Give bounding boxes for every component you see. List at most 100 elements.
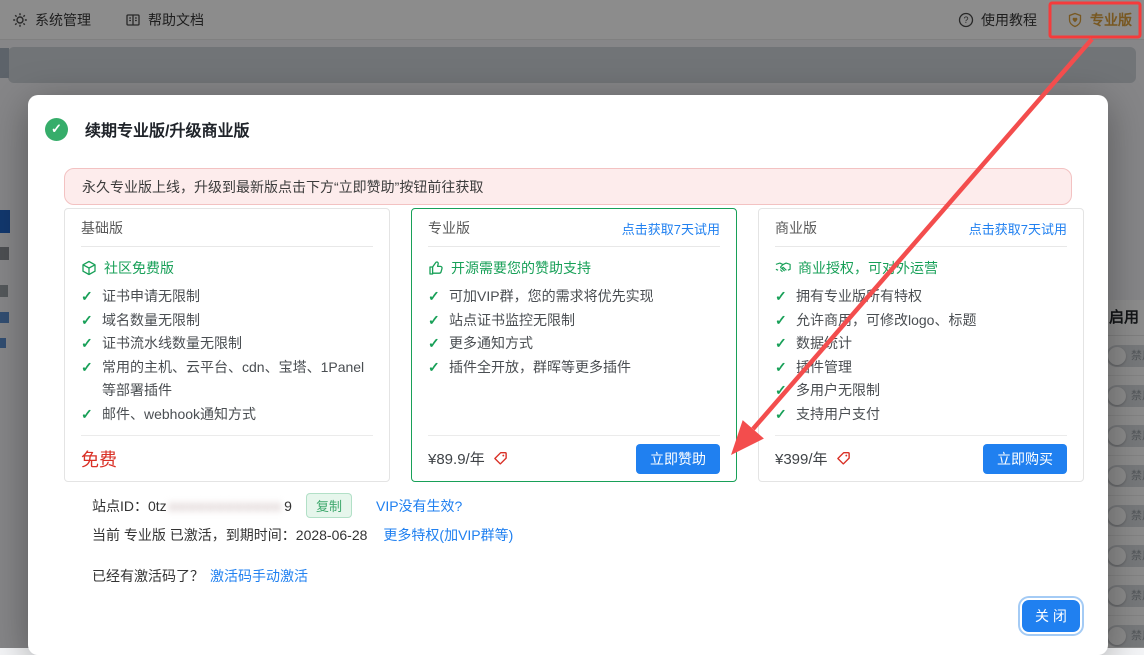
price-text: ¥399/年: [775, 448, 828, 469]
feature-text: 站点证书监控无限制: [449, 309, 720, 333]
check-icon: ✓: [775, 309, 796, 333]
dialog-header: ✓ 续期专业版/升级商业版: [45, 117, 249, 141]
site-id-prefix: 0tz: [148, 498, 167, 514]
manual-activation-link[interactable]: 激活码手动激活: [210, 566, 308, 586]
check-icon: ✓: [81, 309, 102, 333]
feature-text: 更多通知方式: [449, 332, 720, 356]
feature-text: 多用户无限制: [796, 379, 1067, 403]
feature-text: 可加VIP群，您的需求将优先实现: [449, 285, 720, 309]
license-status-text: 当前 专业版 已激活，到期时间：2028-06-28: [92, 525, 367, 545]
plan-footer: ¥399/年 立即购买: [775, 435, 1067, 481]
feature-text: 支持用户支付: [796, 403, 1067, 427]
plan-feature: ✓数据统计: [775, 332, 1067, 356]
upgrade-dialog: ✓ 续期专业版/升级商业版 永久专业版上线，升级到最新版点击下方“立即赞助”按钮…: [28, 95, 1108, 655]
check-icon: ✓: [428, 285, 449, 309]
thumbs-up-icon: [428, 260, 444, 276]
plan-feature: ✓拥有专业版所有特权: [775, 285, 1067, 309]
activation-text: 已经有激活码了？: [92, 566, 204, 586]
plan-tagline-text: 开源需要您的赞助支持: [451, 258, 591, 278]
feature-text: 邮件、webhook通知方式: [102, 403, 373, 427]
trial-link[interactable]: 点击获取7天试用: [622, 219, 720, 238]
feature-text: 证书流水线数量无限制: [102, 332, 373, 356]
check-icon: ✓: [428, 332, 449, 356]
tag-icon: [836, 451, 851, 466]
check-icon: ✓: [775, 332, 796, 356]
price-text: ¥89.9/年: [428, 448, 485, 469]
feature-text: 证书申请无限制: [102, 285, 373, 309]
plan-features: ✓证书申请无限制✓域名数量无限制✓证书流水线数量无限制✓常用的主机、云平台、cd…: [81, 285, 373, 426]
plan-footer: ¥89.9/年 立即赞助: [428, 435, 720, 481]
tag-icon: [493, 451, 508, 466]
check-icon: ✓: [81, 332, 102, 356]
plan-features: ✓可加VIP群，您的需求将优先实现✓站点证书监控无限制✓更多通知方式✓插件全开放…: [428, 285, 720, 379]
feature-text: 插件管理: [796, 356, 1067, 380]
feature-text: 域名数量无限制: [102, 309, 373, 333]
copy-button[interactable]: 复制: [306, 493, 352, 518]
check-icon: ✓: [81, 285, 102, 309]
license-status-row: 当前 专业版 已激活，到期时间：2028-06-28 更多特权(加VIP群等): [92, 525, 513, 545]
activation-row: 已经有激活码了？ 激活码手动激活: [92, 566, 308, 586]
check-icon: ✓: [775, 403, 796, 427]
plan-footer: 免费: [81, 435, 373, 481]
plan-feature: ✓站点证书监控无限制: [428, 309, 720, 333]
check-icon: ✓: [775, 285, 796, 309]
plan-feature: ✓插件管理: [775, 356, 1067, 380]
plan-feature: ✓邮件、webhook通知方式: [81, 403, 373, 427]
check-icon: ✓: [428, 356, 449, 380]
plan-feature: ✓多用户无限制: [775, 379, 1067, 403]
plan-feature: ✓证书申请无限制: [81, 285, 373, 309]
plan-feature: ✓更多通知方式: [428, 332, 720, 356]
check-icon: ✓: [428, 309, 449, 333]
handshake-icon: [775, 260, 791, 276]
plan-card-basic: 基础版 社区免费版 ✓证书申请无限制✓域名数量无限制✓证书流水线数量无限制✓常用…: [64, 208, 390, 482]
plan-feature: ✓插件全开放，群晖等更多插件: [428, 356, 720, 380]
close-button[interactable]: 关 闭: [1022, 600, 1080, 632]
check-icon: ✓: [81, 403, 102, 427]
promo-alert: 永久专业版上线，升级到最新版点击下方“立即赞助”按钮前往获取: [64, 168, 1072, 205]
feature-text: 数据统计: [796, 332, 1067, 356]
plan-feature: ✓域名数量无限制: [81, 309, 373, 333]
plan-name: 基础版: [81, 218, 123, 238]
plan-tagline: 商业授权，可对外运营: [775, 258, 1067, 278]
plan-card-professional: 专业版 点击获取7天试用 开源需要您的赞助支持 ✓可加VIP群，您的需求将优先实…: [411, 208, 737, 482]
plan-price: ¥399/年: [775, 448, 851, 469]
plan-feature: ✓证书流水线数量无限制: [81, 332, 373, 356]
feature-text: 拥有专业版所有特权: [796, 285, 1067, 309]
plan-header: 商业版 点击获取7天试用: [775, 209, 1067, 247]
plan-header: 专业版 点击获取7天试用: [428, 209, 720, 247]
success-check-icon: ✓: [45, 118, 68, 141]
plan-tagline-text: 社区免费版: [104, 258, 174, 278]
vip-not-active-link[interactable]: VIP没有生效?: [376, 496, 462, 516]
plan-tagline: 开源需要您的赞助支持: [428, 258, 720, 278]
check-icon: ✓: [775, 379, 796, 403]
promo-alert-text: 永久专业版上线，升级到最新版点击下方“立即赞助”按钮前往获取: [82, 177, 483, 197]
more-privileges-link[interactable]: 更多特权(加VIP群等): [383, 525, 513, 545]
cube-icon: [81, 260, 97, 276]
plan-feature: ✓支持用户支付: [775, 403, 1067, 427]
check-icon: ✓: [775, 356, 796, 380]
plan-feature: ✓常用的主机、云平台、cdn、宝塔、1Panel等部署插件: [81, 356, 373, 403]
feature-text: 插件全开放，群晖等更多插件: [449, 356, 720, 380]
dialog-title: 续期专业版/升级商业版: [85, 117, 249, 141]
plan-tagline: 社区免费版: [81, 258, 373, 278]
plan-price: 免费: [81, 446, 117, 472]
plan-feature: ✓允许商用，可修改logo、标题: [775, 309, 1067, 333]
feature-text: 允许商用，可修改logo、标题: [796, 309, 1067, 333]
check-icon: ✓: [81, 356, 102, 403]
feature-text: 常用的主机、云平台、cdn、宝塔、1Panel等部署插件: [102, 356, 373, 403]
plan-card-commercial: 商业版 点击获取7天试用 商业授权，可对外运营 ✓拥有专业版所有特权✓允许商用，…: [758, 208, 1084, 482]
plan-tagline-text: 商业授权，可对外运营: [798, 258, 938, 278]
plan-feature: ✓可加VIP群，您的需求将优先实现: [428, 285, 720, 309]
site-id-masked: ●●●●●●●●●●●●: [169, 498, 282, 514]
plan-price: ¥89.9/年: [428, 448, 508, 469]
sponsor-now-button[interactable]: 立即赞助: [636, 444, 720, 474]
plan-name: 商业版: [775, 218, 817, 238]
plan-name: 专业版: [428, 218, 470, 238]
plan-header: 基础版: [81, 209, 373, 247]
trial-link[interactable]: 点击获取7天试用: [969, 219, 1067, 238]
site-id-label: 站点ID：: [92, 496, 148, 516]
site-id-row: 站点ID： 0tz ●●●●●●●●●●●● 9 复制 VIP没有生效?: [92, 493, 462, 518]
plan-features: ✓拥有专业版所有特权✓允许商用，可修改logo、标题✓数据统计✓插件管理✓多用户…: [775, 285, 1067, 426]
buy-now-button[interactable]: 立即购买: [983, 444, 1067, 474]
plan-cards: 基础版 社区免费版 ✓证书申请无限制✓域名数量无限制✓证书流水线数量无限制✓常用…: [64, 208, 1084, 482]
